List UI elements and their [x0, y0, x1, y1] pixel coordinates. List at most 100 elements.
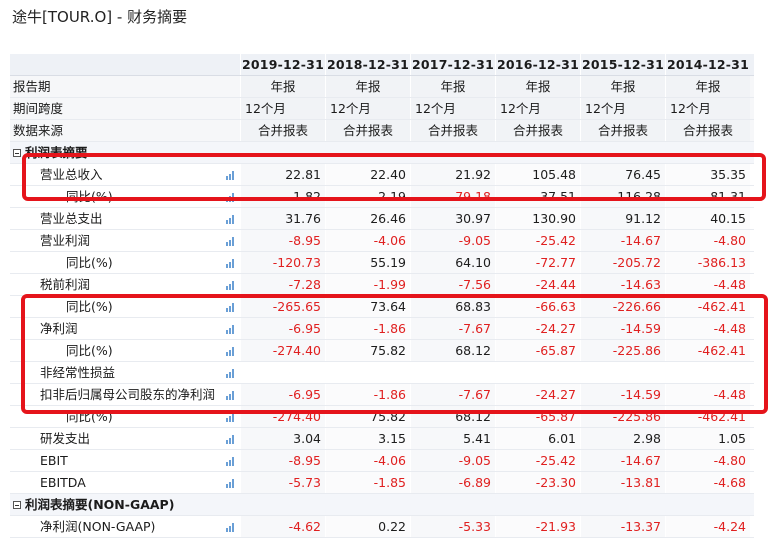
- value-cell: -24.27: [495, 384, 580, 405]
- section-row-non-gaap[interactable]: 利润表摘要(NON-GAAP): [10, 494, 754, 516]
- table-row[interactable]: 研发支出 3.04 3.15 5.41 6.01 2.98 1.05: [10, 428, 754, 450]
- bar-chart-icon[interactable]: [225, 367, 236, 378]
- value-cell: -4.68: [665, 472, 750, 493]
- bar-chart-icon[interactable]: [225, 235, 236, 246]
- column-header[interactable]: 2019-12-31: [240, 54, 325, 75]
- table-row[interactable]: 非经常性损益: [10, 362, 754, 384]
- value-cell: -225.86: [580, 340, 665, 361]
- bar-chart-icon[interactable]: [225, 191, 236, 202]
- value-cell: -7.67: [410, 318, 495, 339]
- value-cell: 68.12: [410, 406, 495, 427]
- row-label-cell: EBITDA: [10, 472, 240, 493]
- meta-cell: 12个月: [325, 98, 410, 119]
- value-cell: -5.73: [240, 472, 325, 493]
- value-cell: 2.98: [580, 428, 665, 449]
- meta-cell: 12个月: [240, 98, 325, 119]
- value-cell: 1.05: [665, 428, 750, 449]
- table-row[interactable]: 同比(%) -265.65 73.64 68.83 -66.63 -226.66 -462.…: [10, 296, 754, 318]
- column-header[interactable]: 2017-12-31: [410, 54, 495, 75]
- value-cell: -9.05: [410, 230, 495, 251]
- row-label-cell: 同比(%): [10, 186, 240, 207]
- value-cell: 130.90: [495, 208, 580, 229]
- table-header-row: 2019-12-31 2018-12-31 2017-12-31 2016-12…: [10, 54, 754, 76]
- bar-chart-icon[interactable]: [225, 213, 236, 224]
- value-cell: 68.83: [410, 296, 495, 317]
- bar-chart-icon[interactable]: [225, 389, 236, 400]
- table-row[interactable]: 税前利润 -7.28 -1.99 -7.56 -24.44 -14.63 -4.48: [10, 274, 754, 296]
- bar-chart-icon[interactable]: [225, 521, 236, 532]
- row-label-cell: 营业利润: [10, 230, 240, 251]
- value-cell: -1.99: [325, 274, 410, 295]
- value-cell: 116.28: [580, 186, 665, 207]
- table-row[interactable]: EBITDA -5.73 -1.85 -6.89 -23.30 -13.81 -4.68: [10, 472, 754, 494]
- bar-chart-icon[interactable]: [225, 323, 236, 334]
- row-label-cell: 同比(%): [10, 252, 240, 273]
- meta-row: 报告期 年报 年报 年报 年报 年报 年报: [10, 76, 754, 98]
- table-row[interactable]: 营业总支出 31.76 26.46 30.97 130.90 91.12 40.15: [10, 208, 754, 230]
- row-label: 扣非后归属母公司股东的净利润: [40, 387, 216, 402]
- section-row-income-summary[interactable]: 利润表摘要: [10, 142, 754, 164]
- value-cell: -120.73: [240, 252, 325, 273]
- value-cell: 91.12: [580, 208, 665, 229]
- column-header[interactable]: 2018-12-31: [325, 54, 410, 75]
- table-row[interactable]: 净利润 -6.95 -1.86 -7.67 -24.27 -14.59 -4.48: [10, 318, 754, 340]
- table-row[interactable]: EBIT -8.95 -4.06 -9.05 -25.42 -14.67 -4.80: [10, 450, 754, 472]
- value-cell: 26.46: [325, 208, 410, 229]
- table-row[interactable]: 净利润(NON-GAAP) -4.62 0.22 -5.33 -21.93 -13.37-…: [10, 516, 754, 538]
- value-cell: 40.15: [665, 208, 750, 229]
- value-cell: 6.01: [495, 428, 580, 449]
- value-cell: -65.87: [495, 340, 580, 361]
- table-row[interactable]: 同比(%) -274.40 75.82 68.12 -65.87 -225.86 -462.…: [10, 406, 754, 428]
- table-row[interactable]: 营业利润 -8.95 -4.06 -9.05 -25.42 -14.67 -4.80: [10, 230, 754, 252]
- row-label-cell: 同比(%): [10, 340, 240, 361]
- row-label: 同比(%): [66, 299, 113, 314]
- row-label-cell: 净利润(NON-GAAP): [10, 516, 240, 537]
- bar-chart-icon[interactable]: [225, 257, 236, 268]
- value-cell: -386.13: [665, 252, 750, 273]
- value-cell: 0.22: [325, 516, 410, 537]
- value-cell: -5.33: [410, 516, 495, 537]
- bar-chart-icon[interactable]: [225, 301, 236, 312]
- column-header[interactable]: 2014-12-31: [665, 54, 750, 75]
- row-label: 税前利润: [40, 277, 91, 292]
- bar-chart-icon[interactable]: [225, 455, 236, 466]
- table-row[interactable]: 同比(%) -120.73 55.19 64.10 -72.77 -205.72 -386.…: [10, 252, 754, 274]
- value-cell: -23.30: [495, 472, 580, 493]
- table-row[interactable]: 营业总收入 22.81 22.40 21.92 105.48 76.45 35.35: [10, 164, 754, 186]
- column-header[interactable]: 2016-12-31: [495, 54, 580, 75]
- column-header[interactable]: 2015-12-31: [580, 54, 665, 75]
- bar-chart-icon[interactable]: [225, 345, 236, 356]
- table-row[interactable]: 同比(%) 1.82 2.19 -79.18 37.51 116.28 81.31: [10, 186, 754, 208]
- value-cell: -6.95: [240, 384, 325, 405]
- row-label: 同比(%): [66, 189, 113, 204]
- bar-chart-icon[interactable]: [225, 279, 236, 290]
- value-cell: -9.05: [410, 450, 495, 471]
- bar-chart-icon[interactable]: [225, 169, 236, 180]
- row-label-cell: 同比(%): [10, 296, 240, 317]
- row-label: 营业利润: [40, 233, 91, 248]
- value-cell: 55.19: [325, 252, 410, 273]
- table-row[interactable]: 扣非后归属母公司股东的净利润 -6.95 -1.86 -7.67 -24.27 -14.5…: [10, 384, 754, 406]
- bar-chart-icon[interactable]: [225, 411, 236, 422]
- meta-cell: 年报: [665, 76, 750, 97]
- row-label: 期间跨度: [13, 101, 64, 116]
- value-cell: -8.95: [240, 450, 325, 471]
- collapse-icon[interactable]: [13, 501, 21, 509]
- value-cell: 35.35: [665, 164, 750, 185]
- bar-chart-icon[interactable]: [225, 477, 236, 488]
- meta-cell: 合并报表: [495, 120, 580, 141]
- value-cell: -14.67: [580, 230, 665, 251]
- value-cell: -205.72: [580, 252, 665, 273]
- section-label-cell: 利润表摘要: [10, 142, 240, 163]
- value-cell: -4.06: [325, 450, 410, 471]
- table-row[interactable]: 同比(%) -274.40 75.82 68.12 -65.87 -225.86 -462.…: [10, 340, 754, 362]
- row-label-cell: 净利润: [10, 318, 240, 339]
- meta-cell: 年报: [325, 76, 410, 97]
- value-cell: -7.28: [240, 274, 325, 295]
- value-cell: 75.82: [325, 340, 410, 361]
- collapse-icon[interactable]: [13, 149, 21, 157]
- bar-chart-icon[interactable]: [225, 433, 236, 444]
- row-label-cell: 营业总支出: [10, 208, 240, 229]
- value-cell: -4.48: [665, 318, 750, 339]
- value-cell: -14.63: [580, 274, 665, 295]
